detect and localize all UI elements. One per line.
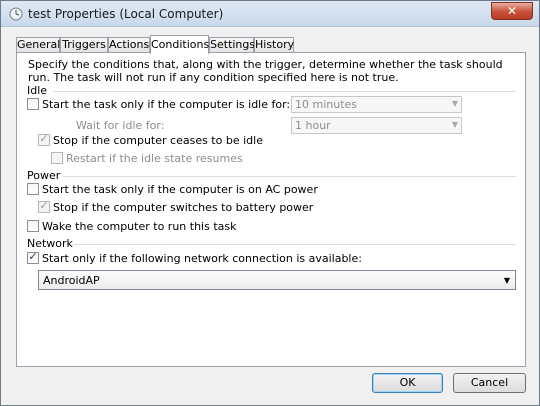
ac-power-checkbox[interactable] bbox=[27, 183, 39, 195]
wake-checkbox[interactable] bbox=[27, 220, 39, 232]
title-bar[interactable]: test Properties (Local Computer) ✕ bbox=[1, 1, 539, 27]
power-heading: Power bbox=[27, 169, 61, 182]
stop-if-ceases-checkbox[interactable]: ✓ bbox=[38, 132, 50, 146]
chevron-down-icon: ▼ bbox=[503, 276, 510, 285]
ok-button[interactable]: OK bbox=[372, 373, 443, 393]
restart-if-resumes-checkbox[interactable] bbox=[51, 152, 63, 164]
tab-conditions[interactable]: Conditions bbox=[150, 35, 209, 54]
wait-idle-value: 1 hour bbox=[295, 119, 331, 132]
tab-triggers[interactable]: Triggers bbox=[60, 37, 108, 53]
check-icon: ✓ bbox=[39, 132, 49, 145]
power-divider bbox=[63, 176, 516, 177]
tab-history[interactable]: History bbox=[254, 37, 294, 53]
properties-dialog: test Properties (Local Computer) ✕ Gener… bbox=[0, 0, 540, 406]
wait-idle-dropdown[interactable]: 1 hour ▼ bbox=[291, 117, 462, 134]
clock-icon bbox=[9, 7, 23, 21]
chevron-down-icon: ▼ bbox=[451, 120, 458, 129]
idle-divider bbox=[53, 91, 516, 92]
idle-duration-value: 10 minutes bbox=[295, 98, 358, 111]
tab-general[interactable]: General bbox=[16, 37, 60, 53]
restart-if-resumes-label: Restart if the idle state resumes bbox=[66, 152, 243, 165]
network-heading: Network bbox=[27, 237, 73, 250]
wait-idle-label: Wait for idle for: bbox=[76, 119, 165, 132]
network-connection-dropdown[interactable]: AndroidAP ▼ bbox=[38, 270, 516, 290]
stop-if-ceases-label: Stop if the computer ceases to be idle bbox=[53, 134, 263, 147]
idle-start-checkbox[interactable] bbox=[27, 98, 39, 110]
idle-start-label: Start the task only if the computer is i… bbox=[42, 98, 291, 111]
tab-settings[interactable]: Settings bbox=[209, 37, 255, 53]
cancel-button[interactable]: Cancel bbox=[453, 373, 526, 393]
idle-duration-dropdown[interactable]: 10 minutes ▼ bbox=[291, 96, 462, 113]
network-divider bbox=[73, 244, 516, 245]
chevron-down-icon: ▼ bbox=[451, 99, 458, 108]
check-icon: ✓ bbox=[39, 199, 49, 212]
conditions-description: Specify the conditions that, along with … bbox=[28, 58, 503, 84]
window-title: test Properties (Local Computer) bbox=[28, 7, 224, 21]
wake-label: Wake the computer to run this task bbox=[42, 220, 237, 233]
check-icon: ✓ bbox=[28, 250, 38, 263]
network-connection-value: AndroidAP bbox=[43, 274, 100, 287]
battery-stop-label: Stop if the computer switches to battery… bbox=[53, 201, 314, 214]
network-label: Start only if the following network conn… bbox=[42, 252, 362, 265]
close-button[interactable]: ✕ bbox=[491, 2, 533, 20]
network-checkbox[interactable]: ✓ bbox=[27, 250, 39, 264]
tab-actions[interactable]: Actions bbox=[108, 37, 150, 53]
close-icon: ✕ bbox=[506, 4, 518, 18]
idle-heading: Idle bbox=[27, 84, 48, 97]
battery-stop-checkbox[interactable]: ✓ bbox=[38, 199, 50, 213]
ac-power-label: Start the task only if the computer is o… bbox=[42, 183, 318, 196]
